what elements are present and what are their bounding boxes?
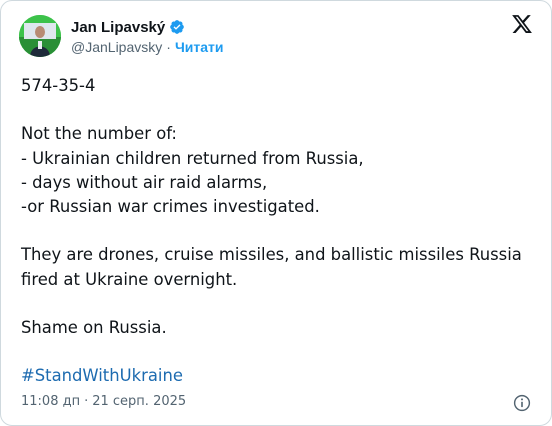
- follow-button[interactable]: Читати: [175, 39, 224, 55]
- tweet-explanation: They are drones, cruise missiles, and ba…: [21, 245, 522, 289]
- hashtag-link[interactable]: #StandWithUkraine: [21, 366, 183, 385]
- info-icon[interactable]: [513, 394, 531, 412]
- author-name-row: Jan Lipavský: [71, 17, 185, 37]
- tweet-list-item: - Ukrainian children returned from Russi…: [21, 148, 364, 168]
- tweet-date: 21 серп. 2025: [92, 394, 187, 409]
- avatar-image: [19, 15, 61, 57]
- tweet-number-line: 574-35-4: [21, 76, 96, 95]
- tweet-time: 11:08 дп: [21, 394, 81, 409]
- tweet-not-heading: Not the number of:: [21, 124, 177, 144]
- tweet-timestamp[interactable]: 11:08 дп · 21 серп. 2025: [21, 394, 186, 409]
- tweet-closing: Shame on Russia.: [21, 317, 167, 337]
- handle-separator: ·: [166, 39, 171, 55]
- author-handle[interactable]: @JanLipavsky: [71, 39, 162, 55]
- handle-row: @JanLipavsky · Читати: [71, 39, 224, 55]
- timestamp-separator: ·: [84, 394, 89, 409]
- author-name[interactable]: Jan Lipavský: [71, 19, 165, 36]
- tweet-list-item: -or Russian war crimes investigated.: [21, 197, 320, 216]
- x-logo-icon[interactable]: [511, 13, 533, 35]
- tweet-card: Jan Lipavský @JanLipavsky · Читати 574-3…: [0, 0, 552, 426]
- verified-badge-icon: [169, 19, 185, 35]
- tweet-list-item: - days without air raid alarms,: [21, 172, 268, 192]
- avatar[interactable]: [19, 15, 61, 57]
- tweet-body: 574-35-4 Not the number of: - Ukrainian …: [21, 74, 531, 389]
